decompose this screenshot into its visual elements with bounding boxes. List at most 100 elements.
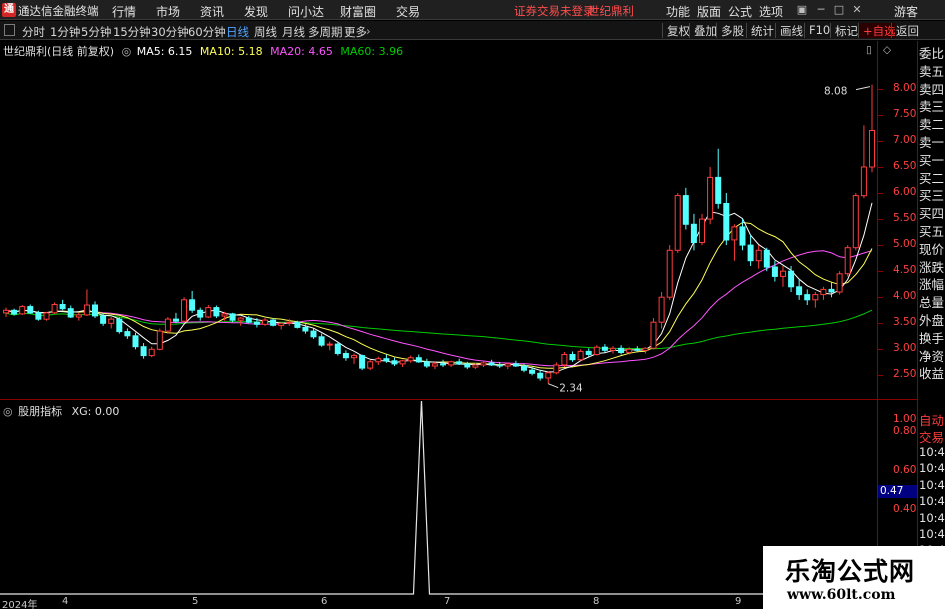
- candle[interactable]: [342, 350, 349, 361]
- candle[interactable]: [75, 312, 82, 321]
- candle[interactable]: [132, 332, 139, 350]
- candle[interactable]: [108, 317, 115, 329]
- panel-toggle-icon[interactable]: [4, 24, 15, 36]
- period-daily[interactable]: 日线: [226, 24, 249, 40]
- candle[interactable]: [189, 290, 196, 313]
- candle[interactable]: [860, 125, 867, 199]
- candle[interactable]: [116, 317, 123, 334]
- indicator-chart[interactable]: [0, 401, 877, 595]
- period-more[interactable]: 更多: [344, 24, 367, 40]
- trade-login-warning[interactable]: 证券交易未登录: [514, 3, 595, 19]
- candle[interactable]: [448, 360, 455, 368]
- candle[interactable]: [747, 234, 754, 266]
- period-30min[interactable]: 30分钟: [151, 24, 189, 40]
- candle[interactable]: [561, 351, 568, 368]
- candle[interactable]: [666, 245, 673, 300]
- candle[interactable]: [148, 346, 155, 358]
- menu-faxian[interactable]: 发现: [244, 3, 268, 20]
- period-60min[interactable]: 60分钟: [188, 24, 226, 40]
- menu-zixun[interactable]: 资讯: [200, 3, 224, 20]
- menu-shichang[interactable]: 市场: [156, 3, 180, 20]
- candle[interactable]: [278, 322, 285, 330]
- candle[interactable]: [59, 299, 66, 311]
- candle[interactable]: [270, 318, 277, 327]
- candle[interactable]: [593, 345, 600, 356]
- candle[interactable]: [318, 333, 325, 347]
- candle[interactable]: [577, 349, 584, 361]
- candle[interactable]: [197, 307, 204, 321]
- btn-f10[interactable]: F10: [804, 23, 830, 38]
- period-fenshi[interactable]: 分时: [22, 24, 45, 40]
- chart-pin-icon[interactable]: ▯: [866, 44, 872, 56]
- candle[interactable]: [869, 84, 875, 173]
- candle[interactable]: [164, 317, 171, 334]
- menu-hangqing[interactable]: 行情: [112, 3, 136, 20]
- user-guest[interactable]: 游客: [894, 3, 918, 20]
- menu-gongshi[interactable]: 公式: [728, 3, 752, 20]
- candle[interactable]: [229, 312, 236, 323]
- candle[interactable]: [796, 278, 803, 300]
- candle[interactable]: [181, 297, 187, 323]
- candle[interactable]: [828, 281, 835, 298]
- candle[interactable]: [504, 362, 511, 370]
- candle[interactable]: [431, 361, 438, 370]
- candle[interactable]: [415, 354, 422, 363]
- candle[interactable]: [537, 370, 544, 381]
- candle[interactable]: [731, 224, 738, 261]
- btn-add-favorite[interactable]: +自选: [858, 23, 896, 38]
- menu-banmian[interactable]: 版面: [697, 3, 721, 20]
- candle[interactable]: [351, 353, 357, 364]
- candle[interactable]: [92, 301, 98, 319]
- candle[interactable]: [391, 357, 398, 366]
- chart-setting-icon[interactable]: ◇: [883, 44, 891, 56]
- btn-huaxian[interactable]: 画线: [775, 23, 803, 38]
- candle[interactable]: [367, 359, 374, 371]
- menu-caifuquan[interactable]: 财富圈: [340, 3, 376, 20]
- candle[interactable]: [124, 328, 131, 339]
- candle[interactable]: [213, 305, 220, 319]
- candle[interactable]: [553, 362, 560, 375]
- candle[interactable]: [820, 286, 827, 300]
- candle[interactable]: [780, 265, 786, 287]
- candle[interactable]: [723, 193, 730, 246]
- btn-biaoji[interactable]: 标记: [830, 23, 858, 38]
- candle[interactable]: [83, 289, 90, 316]
- candle[interactable]: [569, 351, 576, 362]
- candle[interactable]: [27, 304, 34, 314]
- candle[interactable]: [294, 320, 301, 329]
- menu-wenxiaoda[interactable]: 问小达: [288, 3, 324, 20]
- ad-icon[interactable]: ▣: [796, 4, 808, 16]
- period-15min[interactable]: 15分钟: [113, 24, 151, 40]
- candle[interactable]: [262, 318, 268, 326]
- candle[interactable]: [585, 348, 592, 357]
- candle[interactable]: [715, 148, 722, 209]
- candle[interactable]: [51, 302, 58, 314]
- candle[interactable]: [399, 359, 406, 368]
- candle[interactable]: [488, 359, 495, 366]
- period-1min[interactable]: 1分钟: [50, 24, 80, 40]
- trade-label[interactable]: 交易: [919, 427, 944, 446]
- candle[interactable]: [788, 265, 795, 293]
- btn-duogu[interactable]: 多股: [716, 23, 744, 38]
- candle[interactable]: [156, 328, 163, 351]
- menu-gongneng[interactable]: 功能: [666, 3, 690, 20]
- candle[interactable]: [836, 271, 843, 295]
- candle[interactable]: [545, 371, 552, 384]
- candle[interactable]: [310, 328, 317, 339]
- menu-jiaoyi[interactable]: 交易: [396, 3, 420, 20]
- btn-fuquan[interactable]: 复权: [662, 23, 690, 38]
- candle[interactable]: [140, 343, 147, 359]
- candle[interactable]: [407, 355, 414, 363]
- candle[interactable]: [699, 213, 705, 246]
- period-monthly[interactable]: 月线: [282, 24, 305, 40]
- candle[interactable]: [601, 344, 608, 353]
- candle[interactable]: [707, 166, 714, 225]
- candle[interactable]: [804, 289, 811, 306]
- menu-xuanxiang[interactable]: 选项: [759, 3, 783, 20]
- candle[interactable]: [359, 354, 366, 371]
- period-multi[interactable]: 多周期: [308, 24, 343, 40]
- btn-tongji[interactable]: 统计: [746, 23, 774, 38]
- candle[interactable]: [205, 305, 212, 319]
- candle[interactable]: [844, 245, 851, 277]
- candle[interactable]: [375, 356, 382, 365]
